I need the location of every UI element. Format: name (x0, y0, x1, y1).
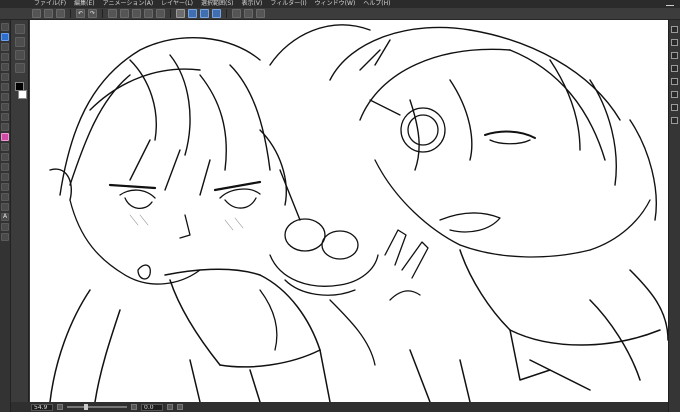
rotate-right-icon[interactable] (177, 404, 183, 410)
sub-tool-item[interactable] (14, 37, 25, 47)
layer-property-icon[interactable] (671, 39, 678, 46)
material-panel-icon[interactable] (671, 78, 678, 85)
undo-glyph: ↶ (77, 10, 84, 17)
command-bar: ↶ ↷ (0, 8, 680, 20)
tool-palette: A (0, 20, 11, 412)
sub-tool-panel (11, 20, 29, 412)
undo-icon[interactable]: ↶ (76, 9, 85, 18)
left-character-hair (49, 36, 301, 221)
sub-tool-item[interactable] (14, 63, 25, 73)
pencil-tool-icon[interactable] (1, 103, 9, 111)
minimize-icon[interactable] (666, 1, 674, 6)
sub-view-icon[interactable] (671, 104, 678, 111)
auto-select-tool-icon[interactable] (1, 73, 9, 81)
right-character-hair (269, 24, 657, 221)
blend-tool-icon[interactable] (1, 153, 9, 161)
eyedropper-tool-icon[interactable] (1, 83, 9, 91)
save-icon[interactable] (56, 9, 65, 18)
divider (226, 9, 227, 18)
menu-file[interactable]: ファイル(F) (34, 0, 66, 8)
redo-glyph: ↷ (89, 10, 96, 17)
divider (102, 9, 103, 18)
layer-panel-icon[interactable] (671, 52, 678, 59)
rotation-input[interactable] (141, 403, 163, 411)
navigator-panel-icon[interactable] (671, 26, 678, 33)
zoom-tool-icon[interactable] (1, 23, 9, 31)
divider (70, 9, 71, 18)
sub-tool-item[interactable] (14, 50, 25, 60)
ruler-tool-icon[interactable] (1, 203, 9, 211)
center-doll (259, 218, 379, 366)
search-panel-icon[interactable] (671, 117, 678, 124)
snap-icon[interactable] (212, 9, 221, 18)
ruler-icon[interactable] (176, 9, 185, 18)
sketch-artwork (49, 24, 668, 402)
open-icon[interactable] (44, 9, 53, 18)
menu-layer[interactable]: レイヤー(L) (161, 0, 193, 8)
text-tool-icon[interactable]: A (1, 213, 9, 221)
menu-animation[interactable]: アニメーション(A) (103, 0, 154, 8)
move-tool-icon[interactable] (1, 33, 9, 41)
zoom-out-icon[interactable] (57, 404, 63, 410)
zoom-input[interactable] (31, 403, 53, 411)
grid-icon[interactable] (232, 9, 241, 18)
pen-tool-icon[interactable] (1, 93, 9, 101)
menu-view[interactable]: 表示(V) (242, 0, 263, 8)
gradient-tool-icon[interactable] (1, 173, 9, 181)
right-character-hand (384, 229, 429, 301)
brush-icon[interactable] (200, 9, 209, 18)
divider (170, 9, 171, 18)
deselect-icon[interactable] (144, 9, 153, 18)
menu-filter[interactable]: フィルター(I) (270, 0, 306, 8)
menu-window[interactable]: ウィンドウ(W) (315, 0, 356, 8)
transform-icon[interactable] (120, 9, 129, 18)
rotate-left-icon[interactable] (167, 404, 173, 410)
menu-bar: ファイル(F) 編集(E) アニメーション(A) レイヤー(L) 選択範囲(S)… (0, 0, 680, 8)
balloon-tool-icon[interactable] (1, 223, 9, 231)
zoom-slider-knob[interactable] (83, 404, 88, 410)
right-panel-strip (668, 20, 680, 412)
fill-tool-icon[interactable] (1, 163, 9, 171)
brush-tool-icon[interactable] (1, 113, 9, 121)
text-glyph: A (2, 213, 8, 220)
redo-icon[interactable]: ↷ (88, 9, 97, 18)
history-panel-icon[interactable] (671, 91, 678, 98)
zoom-slider[interactable] (67, 404, 127, 410)
status-bar (11, 402, 668, 412)
zoom-in-icon[interactable] (131, 404, 137, 410)
figure-tool-icon[interactable] (1, 183, 9, 191)
right-character-body (409, 249, 668, 402)
rotate-icon[interactable] (256, 9, 265, 18)
menu-selection[interactable]: 選択範囲(S) (201, 0, 234, 8)
new-file-icon[interactable] (32, 9, 41, 18)
eraser-tool-icon[interactable] (1, 143, 9, 151)
select-all-icon[interactable] (132, 9, 141, 18)
airbrush-tool-icon[interactable] (1, 123, 9, 131)
pen-icon[interactable] (188, 9, 197, 18)
invert-icon[interactable] (156, 9, 165, 18)
menu-help[interactable]: ヘルプ(H) (363, 0, 390, 8)
correct-line-tool-icon[interactable] (1, 233, 9, 241)
move-layer-tool-icon[interactable] (1, 53, 9, 61)
sub-tool-item[interactable] (14, 24, 25, 34)
selection-tool-icon[interactable] (1, 63, 9, 71)
operation-tool-icon[interactable] (1, 43, 9, 51)
color-wheel-icon[interactable] (671, 65, 678, 72)
decoration-tool-icon[interactable] (1, 133, 9, 141)
frame-tool-icon[interactable] (1, 193, 9, 201)
clear-icon[interactable] (108, 9, 117, 18)
view-icon[interactable] (244, 9, 253, 18)
right-character-face (369, 99, 651, 258)
drawing-canvas[interactable] (30, 20, 668, 402)
menu-edit[interactable]: 編集(E) (74, 0, 94, 8)
left-character-face (69, 180, 262, 285)
left-character-body (49, 268, 331, 402)
sub-color-swatch[interactable] (18, 90, 27, 99)
